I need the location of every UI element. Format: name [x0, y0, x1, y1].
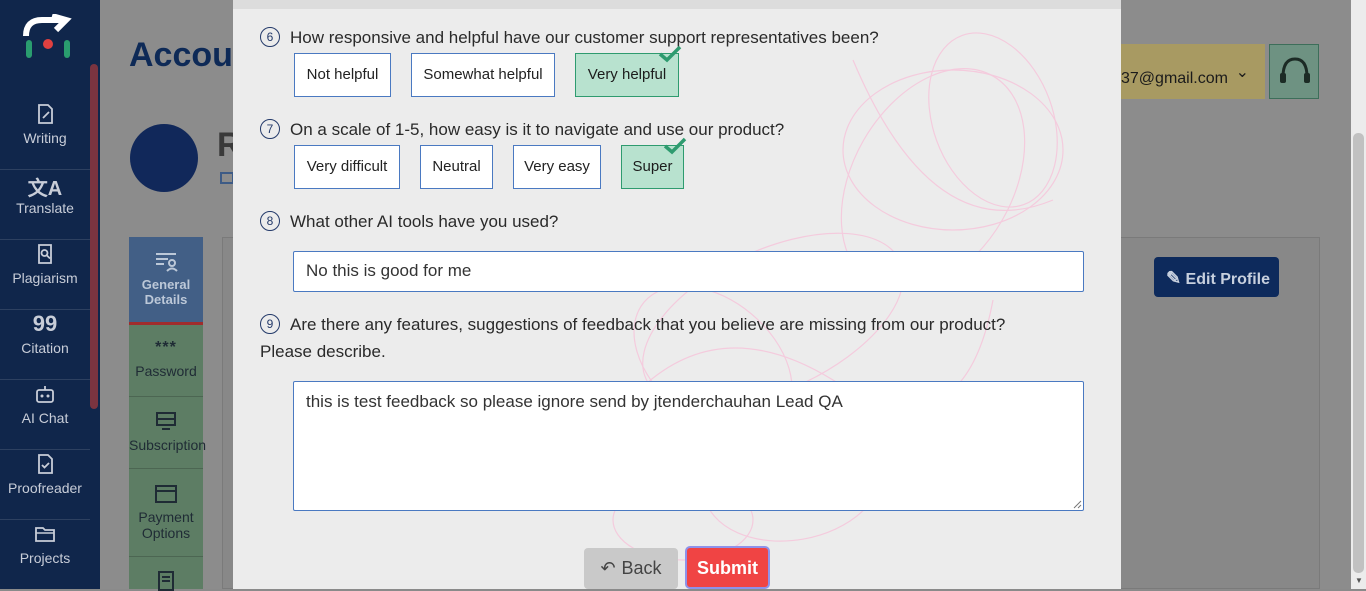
folder-icon [35, 527, 55, 542]
support-button[interactable] [1269, 44, 1319, 99]
password-icon: *** [155, 339, 177, 356]
mail-icon [220, 172, 234, 184]
app-logo[interactable] [22, 14, 74, 64]
tab-general-details[interactable]: General Details [129, 237, 203, 325]
headset-icon [1280, 57, 1310, 83]
question-text: What other AI tools have you used? [290, 212, 559, 231]
account-email: 37@gmail.com [1121, 70, 1228, 87]
undo-arrow-icon: ↶ [600, 558, 616, 578]
resize-handle-icon[interactable] [1072, 499, 1082, 509]
edit-icon: ✎ [1166, 268, 1182, 288]
plagiarism-icon [38, 244, 52, 264]
option-label: Very helpful [587, 66, 667, 83]
option-label: Super [632, 158, 673, 175]
sidebar-item-label: Citation [21, 340, 69, 356]
app-sidebar: Writing 文A Translate Plagiarism 99 Citat… [0, 0, 100, 589]
edit-profile-label: Edit Profile [1185, 271, 1270, 288]
question-text: Are there any features, suggestions of f… [290, 315, 1006, 334]
user-details-icon [156, 253, 178, 272]
submit-button[interactable]: Submit [685, 546, 770, 589]
avatar [130, 124, 198, 192]
other-ai-tools-input[interactable]: No this is good for me [293, 251, 1084, 292]
tab-payment-options[interactable]: Payment Options [129, 469, 203, 557]
sidebar-item-ai-chat[interactable]: AI Chat [0, 382, 90, 450]
sidebar-item-label: Plagiarism [12, 270, 78, 286]
chevron-down-icon: ⌄ [1235, 64, 1249, 81]
option-label: Very difficult [306, 158, 388, 175]
tab-label: Payment Options [138, 509, 194, 541]
option-super[interactable]: Super [621, 137, 687, 189]
tab-label: Password [135, 363, 197, 379]
option-very-helpful[interactable]: Very helpful [575, 45, 682, 97]
feedback-textarea[interactable]: this is test feedback so please ignore s… [293, 381, 1084, 511]
question-number: 9 [260, 313, 280, 334]
submit-label: Submit [697, 558, 758, 578]
account-email-dropdown[interactable]: 37@gmail.com ⌄ [1121, 44, 1265, 99]
account-tabs: General Details *** Password Subscriptio… [129, 237, 207, 591]
document-icon [158, 571, 174, 591]
question-9: 9 Are there any features, suggestions of … [260, 311, 1005, 365]
writing-icon [38, 104, 53, 124]
question-text-line2: Please describe. [260, 342, 386, 361]
option-label: Not helpful [306, 66, 379, 83]
option-neutral[interactable]: Neutral [420, 145, 493, 189]
sidebar-item-label: AI Chat [21, 410, 69, 426]
question-text: How responsive and helpful have our cust… [290, 28, 879, 47]
translate-icon: 文A [27, 178, 63, 200]
edit-profile-button[interactable]: ✎ Edit Profile [1154, 257, 1279, 297]
sidebar-item-label: Translate [16, 200, 74, 216]
robot-icon [36, 386, 54, 403]
textarea-value: this is test feedback so please ignore s… [306, 392, 843, 411]
option-label: Neutral [432, 158, 481, 175]
modal-top-bar [233, 0, 1121, 9]
sidebar-item-citation[interactable]: 99 Citation [0, 312, 90, 380]
checkmark-icon [663, 137, 687, 155]
tab-label: General Details [141, 277, 191, 307]
subscription-icon [156, 412, 176, 430]
back-button[interactable]: ↶ Back [584, 548, 678, 589]
tab-documents[interactable] [129, 557, 203, 591]
question-text: On a scale of 1-5, how easy is it to nav… [290, 120, 785, 139]
proofreader-icon [38, 454, 53, 474]
option-very-difficult[interactable]: Very difficult [294, 145, 400, 189]
citation-icon: 99 [32, 311, 58, 336]
question-number: 8 [260, 210, 280, 231]
sidebar-item-proofreader[interactable]: Proofreader [0, 452, 90, 520]
back-label: Back [621, 558, 662, 578]
question-7: 7 On a scale of 1-5, how easy is it to na… [260, 116, 784, 143]
page-scrollbar-thumb[interactable] [1353, 133, 1364, 573]
input-value: No this is good for me [306, 261, 472, 280]
option-label: Very easy [524, 158, 590, 175]
question-number: 7 [260, 118, 280, 139]
question-number: 6 [260, 26, 280, 47]
sidebar-item-writing[interactable]: Writing [0, 102, 90, 170]
feedback-modal: 6 How responsive and helpful have our cus… [233, 0, 1121, 589]
sidebar-item-label: Proofreader [8, 480, 82, 496]
option-label: Somewhat helpful [423, 66, 543, 83]
sidebar-item-label: Projects [19, 550, 71, 566]
card-icon [155, 485, 177, 503]
option-very-easy[interactable]: Very easy [513, 145, 601, 189]
option-not-helpful[interactable]: Not helpful [294, 53, 391, 97]
tab-subscription[interactable]: Subscription [129, 397, 207, 469]
tab-password[interactable]: *** Password [129, 325, 203, 397]
tab-label: Subscription [129, 437, 207, 453]
option-somewhat-helpful[interactable]: Somewhat helpful [411, 53, 555, 97]
page-scrollbar[interactable]: ▼ [1351, 0, 1366, 589]
sidebar-item-plagiarism[interactable]: Plagiarism [0, 242, 90, 310]
question-8: 8 What other AI tools have you used? [260, 208, 558, 235]
checkmark-icon [658, 45, 682, 63]
sidebar-item-translate[interactable]: 文A Translate [0, 172, 90, 240]
scroll-down-arrow-icon[interactable]: ▼ [1355, 576, 1363, 585]
page-title: Accou [129, 36, 233, 74]
sidebar-item-projects[interactable]: Projects [0, 522, 90, 590]
sidebar-scrollbar[interactable] [90, 64, 98, 409]
sidebar-item-label: Writing [23, 130, 67, 146]
question-6: 6 How responsive and helpful have our cus… [260, 24, 879, 51]
